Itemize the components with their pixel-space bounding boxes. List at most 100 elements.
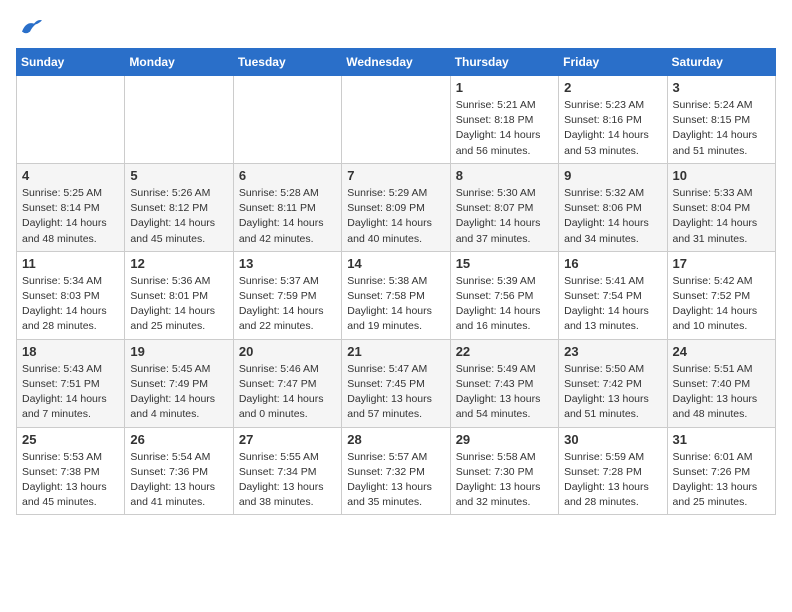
logo-bird-icon [18, 16, 42, 36]
cell-date-number: 29 [456, 432, 553, 447]
cell-date-number: 30 [564, 432, 661, 447]
cell-info-text: Sunrise: 5:23 AM Sunset: 8:16 PM Dayligh… [564, 98, 661, 159]
calendar-cell [342, 76, 450, 164]
cell-date-number: 9 [564, 168, 661, 183]
calendar-cell: 31Sunrise: 6:01 AM Sunset: 7:26 PM Dayli… [667, 427, 775, 515]
weekday-header-friday: Friday [559, 49, 667, 76]
calendar-cell: 4 Sunrise: 5:25 AM Sunset: 8:14 PM Daylig… [17, 163, 125, 251]
cell-date-number: 15 [456, 256, 553, 271]
calendar-cell: 3Sunrise: 5:24 AM Sunset: 8:15 PM Daylig… [667, 76, 775, 164]
page-header [16, 16, 776, 36]
cell-info-text: Sunrise: 5:46 AM Sunset: 7:47 PM Dayligh… [239, 362, 336, 423]
calendar-cell: 23 Sunrise: 5:50 AM Sunset: 7:42 PM Dayli… [559, 339, 667, 427]
cell-date-number: 28 [347, 432, 444, 447]
cell-info-text: Sunrise: 5:50 AM Sunset: 7:42 PM Dayligh… [564, 362, 661, 423]
cell-date-number: 8 [456, 168, 553, 183]
cell-info-text: Sunrise: 5:37 AM Sunset: 7:59 PM Dayligh… [239, 274, 336, 335]
weekday-header-saturday: Saturday [667, 49, 775, 76]
calendar-cell: 15 Sunrise: 5:39 AM Sunset: 7:56 PM Dayli… [450, 251, 558, 339]
calendar-cell: 24Sunrise: 5:51 AM Sunset: 7:40 PM Dayli… [667, 339, 775, 427]
calendar-cell: 11 Sunrise: 5:34 AM Sunset: 8:03 PM Dayli… [17, 251, 125, 339]
calendar-cell: 30 Sunrise: 5:59 AM Sunset: 7:28 PM Dayli… [559, 427, 667, 515]
cell-info-text: Sunrise: 5:29 AM Sunset: 8:09 PM Dayligh… [347, 186, 444, 247]
cell-date-number: 10 [673, 168, 770, 183]
cell-info-text: Sunrise: 5:54 AM Sunset: 7:36 PM Dayligh… [130, 450, 227, 511]
cell-date-number: 23 [564, 344, 661, 359]
calendar-cell: 12 Sunrise: 5:36 AM Sunset: 8:01 PM Dayli… [125, 251, 233, 339]
calendar-table: SundayMondayTuesdayWednesdayThursdayFrid… [16, 48, 776, 515]
cell-info-text: Sunrise: 5:28 AM Sunset: 8:11 PM Dayligh… [239, 186, 336, 247]
calendar-cell: 21 Sunrise: 5:47 AM Sunset: 7:45 PM Dayli… [342, 339, 450, 427]
cell-date-number: 19 [130, 344, 227, 359]
calendar-cell: 25 Sunrise: 5:53 AM Sunset: 7:38 PM Dayli… [17, 427, 125, 515]
cell-date-number: 21 [347, 344, 444, 359]
cell-date-number: 31 [673, 432, 770, 447]
calendar-week-4: 18 Sunrise: 5:43 AM Sunset: 7:51 PM Dayli… [17, 339, 776, 427]
cell-info-text: Sunrise: 5:21 AM Sunset: 8:18 PM Dayligh… [456, 98, 553, 159]
cell-info-text: Sunrise: 5:58 AM Sunset: 7:30 PM Dayligh… [456, 450, 553, 511]
calendar-cell: 14 Sunrise: 5:38 AM Sunset: 7:58 PM Dayli… [342, 251, 450, 339]
cell-date-number: 18 [22, 344, 119, 359]
calendar-cell: 8 Sunrise: 5:30 AM Sunset: 8:07 PM Daylig… [450, 163, 558, 251]
cell-info-text: Sunrise: 5:30 AM Sunset: 8:07 PM Dayligh… [456, 186, 553, 247]
cell-date-number: 26 [130, 432, 227, 447]
cell-date-number: 17 [673, 256, 770, 271]
calendar-cell: 13 Sunrise: 5:37 AM Sunset: 7:59 PM Dayli… [233, 251, 341, 339]
cell-info-text: Sunrise: 5:34 AM Sunset: 8:03 PM Dayligh… [22, 274, 119, 335]
calendar-cell: 10 Sunrise: 5:33 AM Sunset: 8:04 PM Dayli… [667, 163, 775, 251]
calendar-cell: 20 Sunrise: 5:46 AM Sunset: 7:47 PM Dayli… [233, 339, 341, 427]
cell-info-text: Sunrise: 5:26 AM Sunset: 8:12 PM Dayligh… [130, 186, 227, 247]
cell-info-text: Sunrise: 5:57 AM Sunset: 7:32 PM Dayligh… [347, 450, 444, 511]
calendar-cell: 9Sunrise: 5:32 AM Sunset: 8:06 PM Daylig… [559, 163, 667, 251]
logo [16, 16, 42, 36]
calendar-week-5: 25 Sunrise: 5:53 AM Sunset: 7:38 PM Dayli… [17, 427, 776, 515]
weekday-header-monday: Monday [125, 49, 233, 76]
cell-info-text: Sunrise: 5:25 AM Sunset: 8:14 PM Dayligh… [22, 186, 119, 247]
cell-date-number: 7 [347, 168, 444, 183]
cell-info-text: Sunrise: 5:59 AM Sunset: 7:28 PM Dayligh… [564, 450, 661, 511]
weekday-header-thursday: Thursday [450, 49, 558, 76]
calendar-cell: 16Sunrise: 5:41 AM Sunset: 7:54 PM Dayli… [559, 251, 667, 339]
cell-info-text: Sunrise: 5:47 AM Sunset: 7:45 PM Dayligh… [347, 362, 444, 423]
calendar-cell: 26 Sunrise: 5:54 AM Sunset: 7:36 PM Dayli… [125, 427, 233, 515]
weekday-header-sunday: Sunday [17, 49, 125, 76]
calendar-cell: 1Sunrise: 5:21 AM Sunset: 8:18 PM Daylig… [450, 76, 558, 164]
weekday-header-tuesday: Tuesday [233, 49, 341, 76]
cell-info-text: Sunrise: 5:43 AM Sunset: 7:51 PM Dayligh… [22, 362, 119, 423]
cell-info-text: Sunrise: 5:36 AM Sunset: 8:01 PM Dayligh… [130, 274, 227, 335]
calendar-cell: 6Sunrise: 5:28 AM Sunset: 8:11 PM Daylig… [233, 163, 341, 251]
cell-date-number: 16 [564, 256, 661, 271]
cell-info-text: Sunrise: 5:33 AM Sunset: 8:04 PM Dayligh… [673, 186, 770, 247]
cell-date-number: 3 [673, 80, 770, 95]
cell-info-text: Sunrise: 5:49 AM Sunset: 7:43 PM Dayligh… [456, 362, 553, 423]
calendar-week-3: 11 Sunrise: 5:34 AM Sunset: 8:03 PM Dayli… [17, 251, 776, 339]
calendar-cell: 19Sunrise: 5:45 AM Sunset: 7:49 PM Dayli… [125, 339, 233, 427]
calendar-cell [17, 76, 125, 164]
cell-info-text: Sunrise: 5:39 AM Sunset: 7:56 PM Dayligh… [456, 274, 553, 335]
calendar-cell [233, 76, 341, 164]
calendar-cell: 29 Sunrise: 5:58 AM Sunset: 7:30 PM Dayli… [450, 427, 558, 515]
cell-date-number: 2 [564, 80, 661, 95]
weekday-header-wednesday: Wednesday [342, 49, 450, 76]
cell-info-text: Sunrise: 5:38 AM Sunset: 7:58 PM Dayligh… [347, 274, 444, 335]
calendar-cell: 17 Sunrise: 5:42 AM Sunset: 7:52 PM Dayli… [667, 251, 775, 339]
calendar-cell: 5Sunrise: 5:26 AM Sunset: 8:12 PM Daylig… [125, 163, 233, 251]
calendar-cell: 7 Sunrise: 5:29 AM Sunset: 8:09 PM Daylig… [342, 163, 450, 251]
cell-date-number: 13 [239, 256, 336, 271]
calendar-cell: 2 Sunrise: 5:23 AM Sunset: 8:16 PM Daylig… [559, 76, 667, 164]
cell-date-number: 20 [239, 344, 336, 359]
cell-date-number: 11 [22, 256, 119, 271]
cell-date-number: 27 [239, 432, 336, 447]
cell-info-text: Sunrise: 5:55 AM Sunset: 7:34 PM Dayligh… [239, 450, 336, 511]
cell-date-number: 22 [456, 344, 553, 359]
calendar-cell: 27 Sunrise: 5:55 AM Sunset: 7:34 PM Dayli… [233, 427, 341, 515]
cell-date-number: 25 [22, 432, 119, 447]
cell-date-number: 14 [347, 256, 444, 271]
cell-date-number: 24 [673, 344, 770, 359]
cell-info-text: Sunrise: 5:53 AM Sunset: 7:38 PM Dayligh… [22, 450, 119, 511]
cell-date-number: 12 [130, 256, 227, 271]
cell-date-number: 4 [22, 168, 119, 183]
cell-info-text: Sunrise: 5:42 AM Sunset: 7:52 PM Dayligh… [673, 274, 770, 335]
calendar-cell: 28 Sunrise: 5:57 AM Sunset: 7:32 PM Dayli… [342, 427, 450, 515]
calendar-week-2: 4 Sunrise: 5:25 AM Sunset: 8:14 PM Daylig… [17, 163, 776, 251]
